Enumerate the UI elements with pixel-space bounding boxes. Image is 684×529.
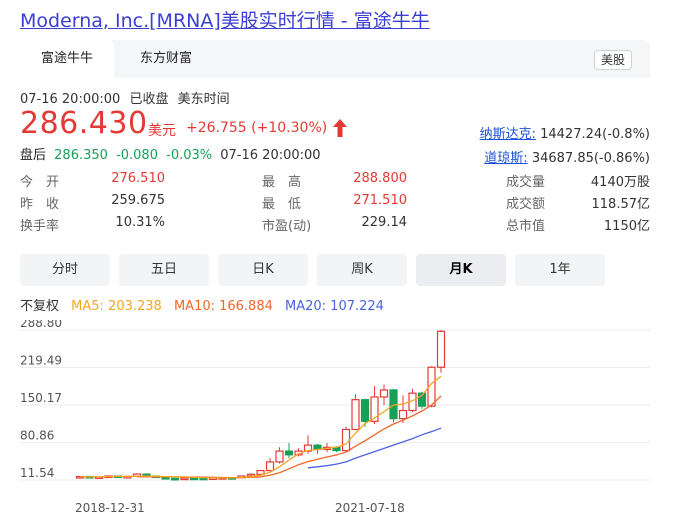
- after-hours-label: 盘后: [20, 148, 47, 163]
- legend-ma20: MA20: 107.224: [285, 299, 384, 314]
- y-tick-label: 150.17: [20, 391, 62, 405]
- candle-body: [351, 399, 360, 431]
- period-tab-daily-k[interactable]: 日K: [218, 254, 308, 286]
- stat-value-market-cap: 1150亿: [603, 219, 650, 234]
- candle-body: [360, 399, 370, 422]
- stat-value-low: 271.510: [353, 193, 407, 208]
- x-tick-label: 2021-07-18: [335, 501, 405, 515]
- quote-datetime: 07-16 20:00:00: [20, 92, 121, 107]
- candle-body: [170, 477, 180, 481]
- candle-body: [284, 450, 294, 456]
- index-nasdaq: 纳斯达克: 14427.24(-0.8%): [480, 123, 650, 142]
- currency-label: 美元: [148, 123, 176, 139]
- page-title[interactable]: Moderna, Inc.[MRNA]美股实时行情 - 富途牛牛: [20, 6, 430, 33]
- adjust-mode[interactable]: 不复权: [20, 299, 59, 314]
- change-percent: (+10.30%): [251, 120, 328, 136]
- period-tab-intraday[interactable]: 分时: [20, 254, 110, 286]
- candlestick-chart[interactable]: 288.80 219.49 150.17 80.86 11.54 2018-12-31 20…: [20, 320, 650, 518]
- stat-value-prev-close: 259.675: [111, 193, 165, 208]
- index-dow-value: 34687.85(-0.86%): [531, 151, 650, 166]
- candle-body: [199, 477, 208, 481]
- candle-body: [398, 409, 408, 420]
- stat-value-turnover: 118.57亿: [591, 197, 651, 212]
- legend-ma10: MA10: 166.884: [173, 299, 273, 314]
- legend-ma5: MA5: 203.238: [71, 299, 162, 314]
- up-arrow-icon: [333, 119, 347, 137]
- index-nasdaq-link[interactable]: 纳斯达克:: [480, 127, 536, 142]
- timezone-label: 美东时间: [177, 92, 230, 107]
- period-tab-monthly-k[interactable]: 月K: [416, 254, 506, 286]
- stat-value-pe-ratio: 229.14: [361, 215, 408, 230]
- after-hours-time: 07-16 20:00:00: [220, 148, 321, 163]
- stat-value-high: 288.800: [353, 171, 407, 186]
- stat-value-open: 276.510: [111, 171, 165, 186]
- quote-card: 富途牛牛 东方财富 美股 07-16 20:00:00 已收盘 美东时间 286…: [20, 40, 650, 520]
- period-tab-weekly-k[interactable]: 周K: [317, 254, 407, 286]
- market-status: 已收盘: [129, 92, 169, 107]
- after-hours-change-percent: -0.03%: [166, 148, 213, 163]
- change-value: +26.755: [186, 120, 247, 136]
- period-tab-five-day[interactable]: 五日: [119, 254, 209, 286]
- candle-body: [180, 477, 189, 481]
- candle-body: [436, 330, 446, 368]
- tab-futu[interactable]: 富途牛牛: [20, 40, 114, 78]
- y-tick-label: 288.80: [20, 320, 62, 330]
- index-dow-link[interactable]: 道琼斯:: [484, 151, 527, 166]
- candle-body: [189, 477, 199, 481]
- y-tick-label: 11.54: [20, 466, 54, 480]
- index-nasdaq-value: 14427.24(-0.8%): [540, 127, 650, 142]
- x-tick-label: 2018-12-31: [75, 501, 145, 515]
- stat-value-volume: 4140万股: [590, 175, 650, 190]
- after-hours: 盘后 286.350 -0.080 -0.03% 07-16 20:00:00: [20, 144, 321, 163]
- candle-body: [265, 461, 275, 472]
- candle-body: [161, 476, 170, 480]
- candle-body: [341, 428, 351, 452]
- period-tab-one-year[interactable]: 1年: [515, 254, 605, 286]
- y-tick-label: 80.86: [20, 429, 54, 443]
- quote-meta: 07-16 20:00:00 已收盘 美东时间: [20, 88, 235, 107]
- ma-legend: 不复权 MA5: 203.238 MA10: 166.884 MA20: 107…: [20, 295, 392, 314]
- candle-body: [275, 450, 284, 463]
- index-dow: 道琼斯: 34687.85(-0.86%): [484, 147, 650, 166]
- price-change: +26.755 (+10.30%): [186, 120, 327, 136]
- after-hours-price: 286.350: [54, 148, 108, 163]
- y-tick-label: 219.49: [20, 354, 62, 368]
- tab-eastmoney[interactable]: 东方财富: [118, 40, 214, 78]
- last-price: 286.430: [20, 106, 148, 141]
- source-tabs: 富途牛牛 东方财富 美股: [20, 40, 650, 78]
- candle-body: [379, 389, 389, 398]
- after-hours-change: -0.080: [116, 148, 158, 163]
- stat-value-turnover-rate: 10.31%: [115, 215, 165, 230]
- market-badge[interactable]: 美股: [593, 50, 632, 70]
